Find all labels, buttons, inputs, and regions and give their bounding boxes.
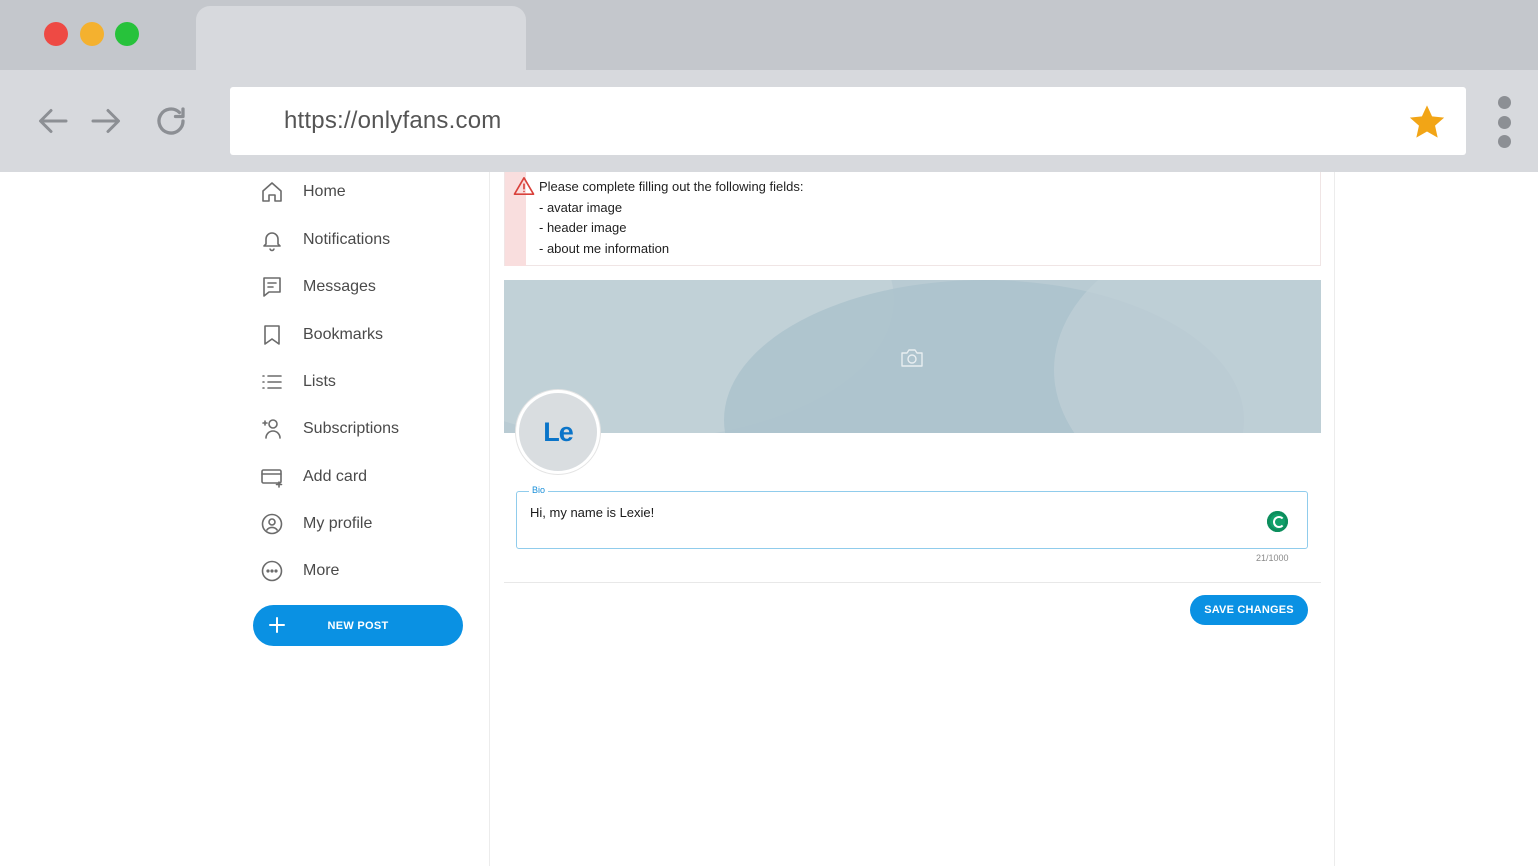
- sidebar-item-add-card[interactable]: Add card: [252, 457, 462, 497]
- alert-message: Please complete filling out the followin…: [539, 177, 803, 259]
- bio-field[interactable]: Bio: [516, 485, 1308, 549]
- new-post-button[interactable]: NEW POST: [253, 605, 463, 646]
- browser-tab[interactable]: [196, 6, 526, 70]
- bookmark-icon: [252, 315, 292, 355]
- more-icon: [252, 551, 292, 591]
- section-divider: [504, 582, 1321, 583]
- close-window-button[interactable]: [44, 22, 68, 46]
- sidebar-item-lists[interactable]: Lists: [252, 362, 462, 402]
- browser-tab-strip: [0, 0, 1538, 70]
- sidebar-item-label: Notifications: [303, 231, 391, 248]
- sidebar-item-bookmarks[interactable]: Bookmarks: [252, 315, 462, 355]
- grammar-check-icon[interactable]: [1267, 511, 1288, 532]
- sidebar-item-label: Bookmarks: [303, 326, 384, 343]
- list-icon: [252, 362, 292, 402]
- reload-button[interactable]: [151, 100, 191, 142]
- alert-field-item: - about me information: [539, 240, 670, 256]
- bio-label: Bio: [529, 485, 549, 495]
- menu-dot-icon: [1497, 96, 1511, 109]
- column-divider: [1334, 172, 1335, 866]
- arrow-right-icon: [91, 109, 120, 133]
- sidebar-item-label: Messages: [303, 278, 376, 295]
- back-button[interactable]: [34, 100, 74, 142]
- avatar-upload[interactable]: Le: [516, 390, 600, 474]
- sidebar-item-subscriptions[interactable]: Subscriptions: [252, 409, 462, 449]
- new-post-label: NEW POST: [327, 619, 389, 632]
- sidebar-item-more[interactable]: More: [252, 551, 462, 591]
- sidebar-item-label: Home: [303, 183, 346, 200]
- alert-title: Please complete filling out the followin…: [539, 179, 804, 194]
- reload-icon: [157, 107, 185, 135]
- arrow-left-icon: [39, 109, 68, 133]
- page-content: Home Notifications Messages Bookmarks Li…: [0, 172, 1538, 866]
- message-icon: [252, 267, 292, 307]
- camera-icon[interactable]: [899, 347, 925, 369]
- warning-icon: [513, 177, 535, 195]
- address-bar[interactable]: https://onlyfans.com: [230, 87, 1466, 155]
- card-icon: [252, 457, 292, 497]
- url-text[interactable]: https://onlyfans.com: [284, 107, 501, 135]
- bookmark-star-icon[interactable]: [1406, 101, 1448, 143]
- alert-field-item: - header image: [539, 220, 627, 235]
- sidebar-item-label: Add card: [303, 468, 368, 485]
- browser-menu-button[interactable]: [1494, 96, 1514, 148]
- avatar-initials: Le: [543, 416, 573, 447]
- sidebar-item-home[interactable]: Home: [252, 172, 462, 212]
- minimize-window-button[interactable]: [80, 22, 104, 46]
- bio-character-counter: 21/1000: [1256, 553, 1289, 563]
- incomplete-profile-alert: Please complete filling out the followin…: [504, 172, 1321, 266]
- sidebar-item-my-profile[interactable]: My profile: [252, 504, 462, 544]
- menu-dot-icon: [1497, 115, 1511, 129]
- sidebar-item-messages[interactable]: Messages: [252, 267, 462, 307]
- home-icon: [252, 172, 292, 212]
- sidebar-item-label: My profile: [303, 515, 373, 532]
- sidebar-item-label: More: [303, 562, 340, 579]
- forward-button[interactable]: [85, 100, 125, 142]
- profile-icon: [252, 504, 292, 544]
- sidebar-item-notifications[interactable]: Notifications: [252, 220, 462, 260]
- bell-icon: [252, 220, 292, 260]
- bio-input[interactable]: [530, 505, 1250, 520]
- menu-dot-icon: [1497, 135, 1511, 148]
- alert-field-item: - avatar image: [539, 199, 623, 215]
- sidebar-item-label: Subscriptions: [303, 420, 400, 437]
- column-divider: [489, 172, 490, 866]
- sidebar-item-label: Lists: [303, 373, 336, 390]
- save-changes-button[interactable]: SAVE CHANGES: [1190, 595, 1308, 625]
- subscriptions-icon: [252, 409, 292, 449]
- maximize-window-button[interactable]: [115, 22, 139, 46]
